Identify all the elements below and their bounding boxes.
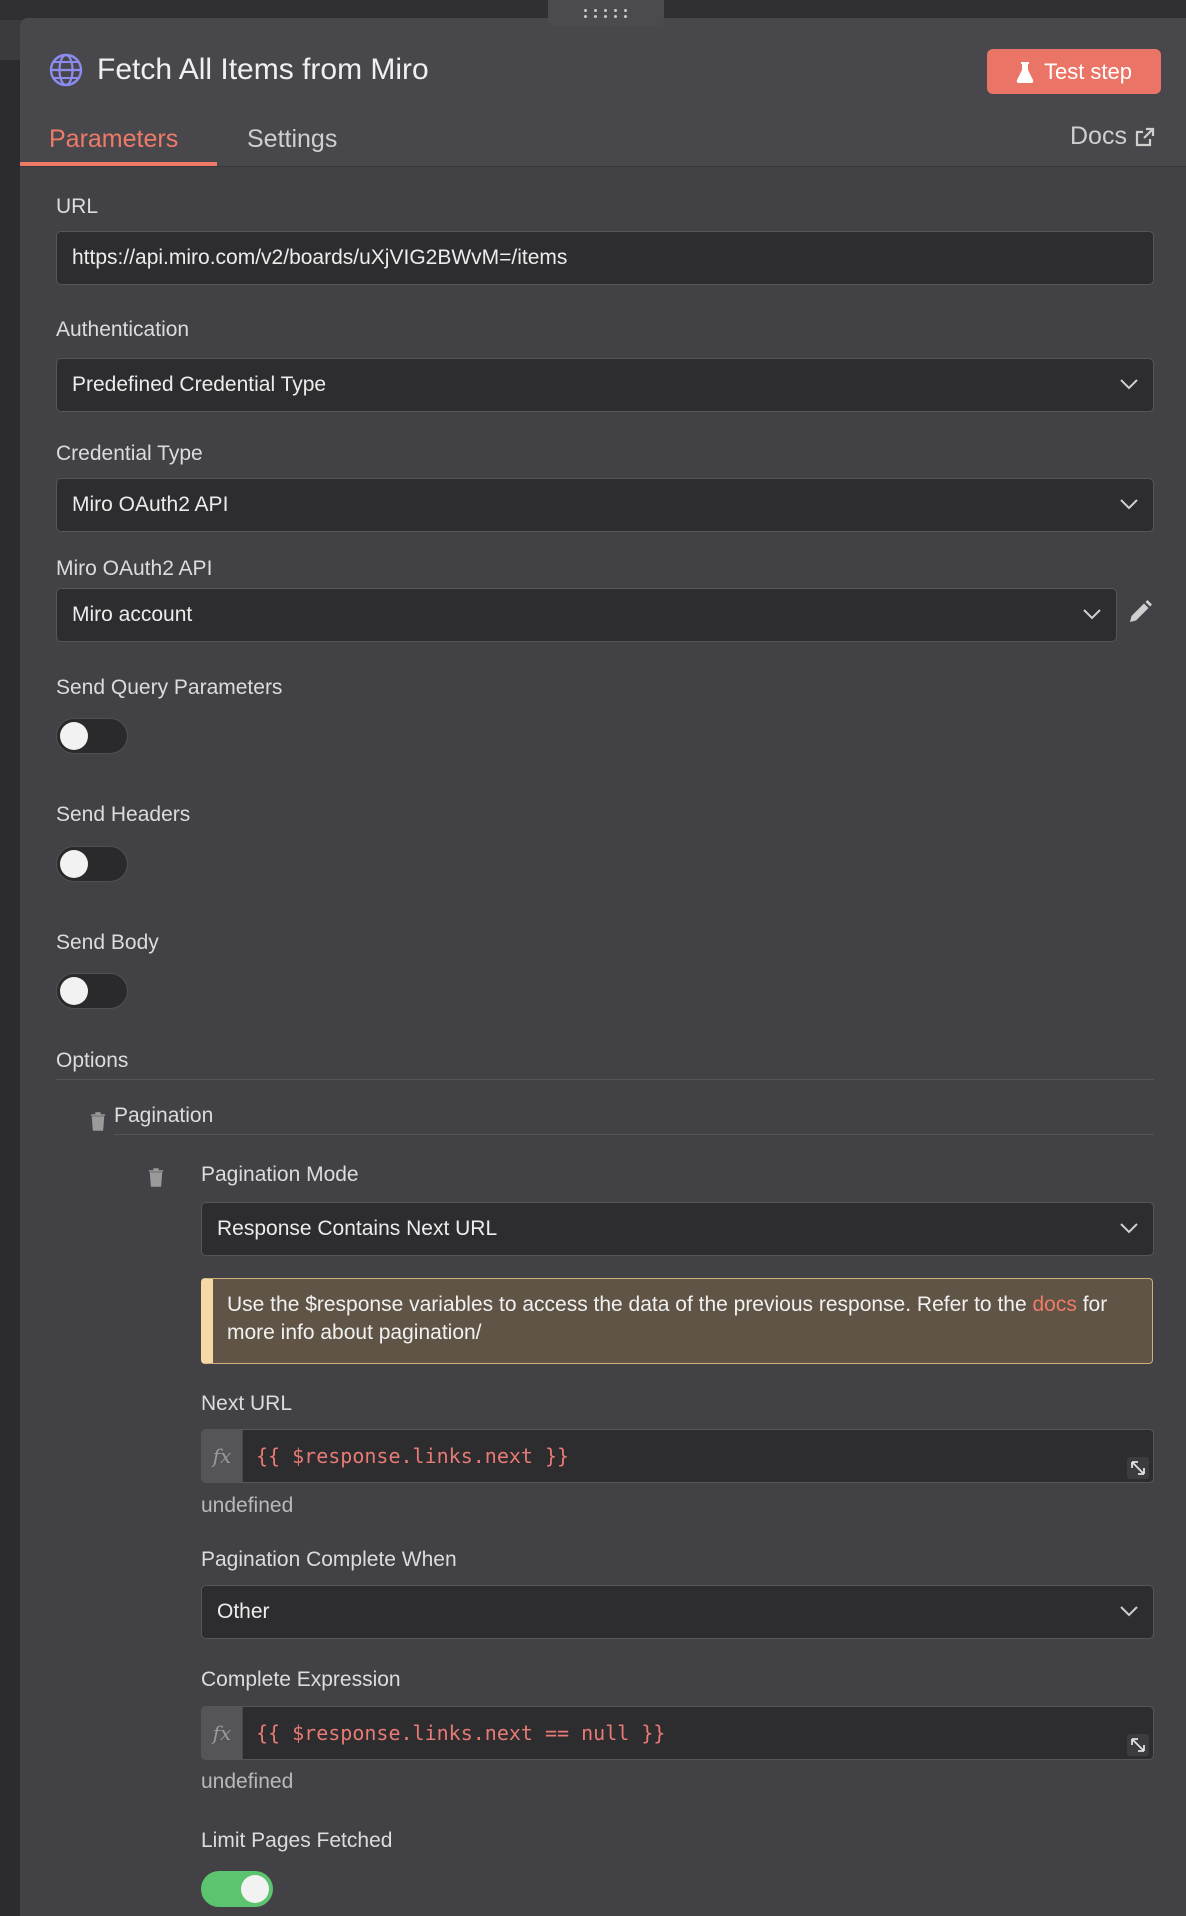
toggle-knob [60, 850, 88, 878]
notice-docs-link[interactable]: docs [1032, 1293, 1076, 1316]
next-url-expression: {{ $response.links.next }} [256, 1444, 570, 1468]
toggle-knob [241, 1875, 269, 1903]
pagination-heading: Pagination [114, 1104, 214, 1127]
credential-label: Miro OAuth2 API [56, 557, 213, 580]
docs-label: Docs [1070, 122, 1127, 150]
send-body-toggle[interactable] [56, 973, 128, 1009]
url-input[interactable]: https://api.miro.com/v2/boards/uXjVIG2BW… [56, 231, 1154, 285]
panel-drag-handle[interactable] [548, 0, 664, 26]
complete-when-label: Pagination Complete When [201, 1548, 457, 1571]
authentication-value: Predefined Credential Type [72, 373, 327, 396]
options-divider [56, 1079, 1154, 1080]
authentication-select[interactable]: Predefined Credential Type [56, 358, 1154, 412]
pagination-mode-select[interactable]: Response Contains Next URL [201, 1202, 1154, 1256]
options-heading: Options [56, 1049, 129, 1072]
flask-icon [1016, 61, 1034, 83]
node-details-panel: Fetch All Items from Miro Test step Para… [20, 18, 1186, 1916]
authentication-label: Authentication [56, 318, 190, 341]
send-headers-toggle[interactable] [56, 846, 128, 882]
credential-value: Miro account [72, 603, 193, 626]
globe-icon [49, 53, 83, 87]
next-url-expression-input[interactable]: fx {{ $response.links.next }} [201, 1429, 1154, 1483]
pagination-notice: Use the $response variables to access th… [201, 1278, 1153, 1364]
send-body-label: Send Body [56, 931, 159, 954]
fx-icon: fx [202, 1430, 243, 1482]
send-headers-label: Send Headers [56, 803, 191, 826]
delete-pagination-icon[interactable] [147, 1167, 165, 1187]
chevron-down-icon [1120, 379, 1138, 390]
send-query-label: Send Query Parameters [56, 676, 283, 699]
credential-type-value: Miro OAuth2 API [72, 493, 229, 516]
delete-option-icon[interactable] [89, 1111, 107, 1131]
credential-select[interactable]: Miro account [56, 588, 1117, 642]
complete-expression-result: undefined [201, 1770, 294, 1793]
complete-when-select[interactable]: Other [201, 1585, 1154, 1639]
node-title[interactable]: Fetch All Items from Miro [97, 52, 429, 88]
chevron-down-icon [1120, 1606, 1138, 1617]
tab-parameters[interactable]: Parameters [49, 122, 178, 156]
pagination-divider [114, 1134, 1154, 1135]
next-url-result: undefined [201, 1494, 294, 1517]
tab-settings[interactable]: Settings [247, 122, 337, 156]
chevron-down-icon [1120, 499, 1138, 510]
test-step-label: Test step [1043, 58, 1133, 84]
active-tab-indicator [20, 162, 217, 166]
test-step-button[interactable]: Test step [987, 49, 1161, 94]
complete-expression-input[interactable]: fx {{ $response.links.next == null }} [201, 1706, 1154, 1760]
pagination-mode-value: Response Contains Next URL [217, 1217, 498, 1240]
panel-header: Fetch All Items from Miro Test step Para… [20, 18, 1186, 167]
toggle-knob [60, 977, 88, 1005]
complete-when-value: Other [217, 1600, 270, 1623]
expand-icon[interactable] [1127, 1734, 1149, 1756]
expand-icon[interactable] [1127, 1457, 1149, 1479]
edit-credential-icon[interactable] [1126, 598, 1154, 626]
fx-icon: fx [202, 1707, 243, 1759]
url-value: https://api.miro.com/v2/boards/uXjVIG2BW… [72, 246, 568, 269]
chevron-down-icon [1120, 1223, 1138, 1234]
notice-text-before: Use the $response variables to access th… [227, 1293, 1027, 1316]
pagination-mode-label: Pagination Mode [201, 1163, 359, 1186]
credential-type-label: Credential Type [56, 442, 203, 465]
credential-type-select[interactable]: Miro OAuth2 API [56, 478, 1154, 532]
docs-link[interactable]: Docs [1070, 122, 1155, 151]
toggle-knob [60, 722, 88, 750]
drag-dots-icon [584, 8, 628, 18]
next-url-label: Next URL [201, 1392, 293, 1415]
send-query-toggle[interactable] [56, 718, 128, 754]
chevron-down-icon [1083, 609, 1101, 620]
limit-pages-label: Limit Pages Fetched [201, 1829, 393, 1852]
url-label: URL [56, 195, 99, 218]
external-link-icon [1135, 127, 1155, 146]
complete-expression-code: {{ $response.links.next == null }} [256, 1721, 666, 1745]
complete-expression-label: Complete Expression [201, 1668, 401, 1691]
canvas-left-edge [0, 60, 20, 1916]
limit-pages-toggle[interactable] [201, 1871, 273, 1907]
